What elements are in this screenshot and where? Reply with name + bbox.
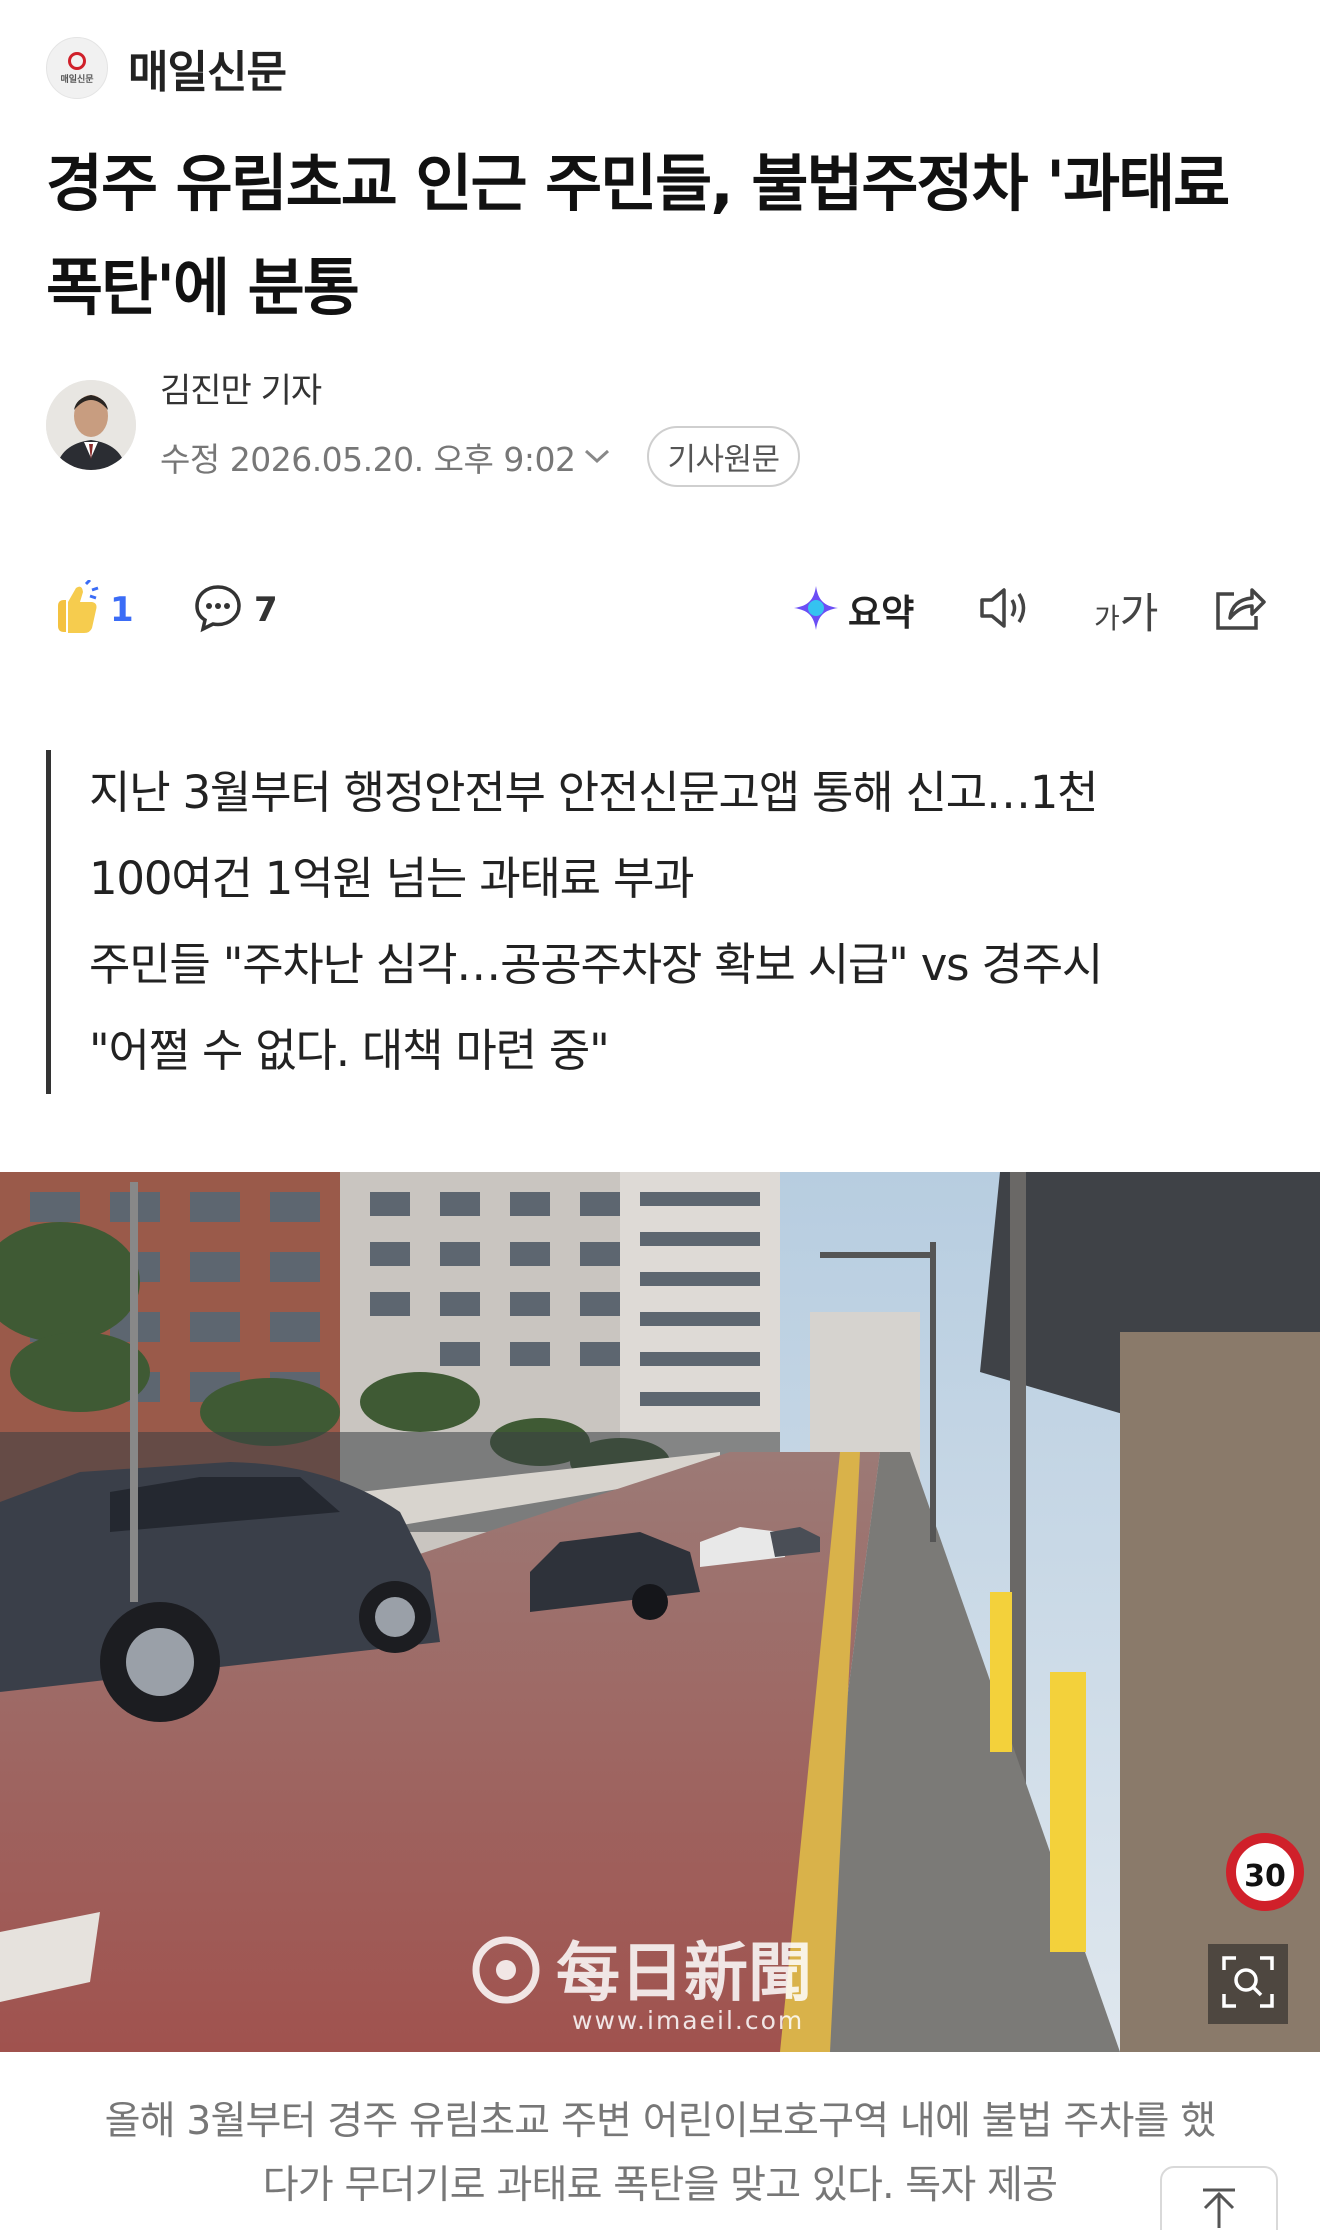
press-header[interactable]: 매일신문 매일신문 <box>46 36 287 100</box>
article-summary: 지난 3월부터 행정안전부 안전신문고앱 통해 신고…1천 100여건 1억원 … <box>46 750 1276 1094</box>
scroll-top-button[interactable] <box>1160 2166 1278 2230</box>
speaker-icon <box>976 584 1032 636</box>
article-headline: 경주 유림초교 인근 주민들, 불법주정차 '과태료 폭탄'에 분통 <box>46 147 1230 324</box>
article-photo[interactable]: 30 <box>0 1172 1320 2052</box>
caption-line: 올해 3월부터 경주 유림초교 주변 어린이보호구역 내에 불법 주차를 했 <box>104 2099 1216 2144</box>
photo-watermark: 每日新聞 www.imaeil.com <box>466 1925 886 2039</box>
reporter-avatar-image <box>46 380 136 470</box>
like-count: 1 <box>110 590 134 630</box>
press-logo-text: 매일신문 <box>60 74 94 85</box>
press-logo-mark <box>68 51 86 70</box>
image-zoom-button[interactable] <box>1208 1944 1288 2024</box>
reporter-avatar[interactable] <box>46 380 136 470</box>
font-size-button[interactable]: 가가 <box>1094 570 1158 650</box>
share-button[interactable] <box>1212 570 1268 650</box>
action-bar: 1 7 요약 가가 <box>46 570 1276 650</box>
sparkle-icon <box>792 584 840 636</box>
reporter-name[interactable]: 김진만 기자 <box>160 363 800 412</box>
press-name[interactable]: 매일신문 <box>128 36 287 100</box>
caption-line: 다가 무더기로 과태료 폭탄을 맞고 있다. 독자 제공 <box>262 2163 1058 2208</box>
original-article-button[interactable]: 기사원문 <box>647 426 800 487</box>
byline: 김진만 기자 수정 2026.05.20. 오후 9:02 기사원문 <box>46 370 800 487</box>
street-photo-illustration: 30 <box>0 1172 1320 2052</box>
arrow-up-icon <box>1197 2186 1241 2230</box>
summary-line: 지난 3월부터 행정안전부 안전신문고앱 통해 신고…1천 <box>89 766 1099 819</box>
photo-caption: 올해 3월부터 경주 유림초교 주변 어린이보호구역 내에 불법 주차를 했 다… <box>40 2090 1280 2218</box>
chevron-down-icon[interactable] <box>583 440 611 473</box>
comment-icon <box>192 582 244 638</box>
press-logo[interactable]: 매일신문 <box>46 37 108 99</box>
watermark-main: 每日新聞 <box>556 1936 812 2011</box>
watermark-url: www.imaeil.com <box>572 2006 804 2035</box>
summary-line: 주민들 "주차난 심각…공공주차장 확보 시급" vs 경주시 <box>89 938 1103 991</box>
font-size-icon: 가가 <box>1094 588 1159 638</box>
read-aloud-button[interactable] <box>976 570 1032 650</box>
svg-text:30: 30 <box>1244 1859 1286 1894</box>
thumbs-up-icon <box>52 578 100 640</box>
share-icon <box>1212 582 1268 638</box>
comment-count: 7 <box>254 590 278 630</box>
summary-label: 요약 <box>848 593 915 634</box>
zoom-icon <box>1220 1954 1276 2014</box>
summary-button[interactable]: 요약 <box>792 570 914 650</box>
like-button[interactable]: 1 <box>52 570 134 650</box>
summary-line: "어쩔 수 없다. 대책 마련 중" <box>89 1024 610 1077</box>
comment-button[interactable]: 7 <box>192 570 278 650</box>
summary-line: 100여건 1억원 넘는 과태료 부과 <box>89 852 695 905</box>
publish-date[interactable]: 수정 2026.05.20. 오후 9:02 <box>160 433 576 481</box>
